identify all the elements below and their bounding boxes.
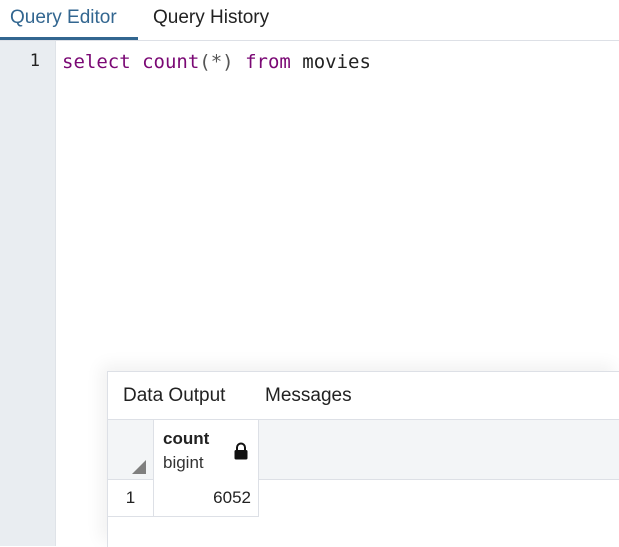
editor-tab-bar: Query Editor Query History — [0, 0, 619, 41]
keyword-from: from — [245, 51, 291, 73]
function-count: count — [142, 51, 200, 73]
tab-query-history[interactable]: Query History — [153, 0, 269, 40]
code-line[interactable]: select count(*) from movies — [62, 51, 371, 73]
tab-messages[interactable]: Messages — [265, 385, 352, 407]
active-tab-indicator — [0, 37, 138, 40]
tab-data-output[interactable]: Data Output — [123, 385, 225, 407]
corner-triangle-icon — [132, 460, 146, 474]
result-tab-bar: Data Output Messages — [108, 372, 619, 420]
select-all-corner[interactable] — [108, 420, 154, 480]
lock-icon — [234, 442, 248, 460]
keyword-select: select — [62, 51, 131, 73]
result-panel: Data Output Messages count bigint 1 6052 — [107, 371, 619, 547]
tab-query-editor[interactable]: Query Editor — [10, 0, 117, 40]
data-output-grid: count bigint 1 6052 — [108, 420, 619, 547]
row-number[interactable]: 1 — [108, 480, 154, 516]
column-name: count — [163, 429, 210, 448]
cell-count-value[interactable]: 6052 — [154, 480, 259, 516]
table-row[interactable]: 1 6052 — [108, 480, 259, 517]
line-number-gutter: 1 — [0, 41, 56, 546]
grid-header-row: count bigint — [108, 420, 619, 480]
table-name: movies — [302, 51, 371, 73]
column-header-count[interactable]: count bigint — [154, 420, 259, 480]
function-args: (*) — [199, 51, 234, 73]
column-type: bigint — [163, 453, 204, 472]
line-number: 1 — [29, 51, 40, 71]
